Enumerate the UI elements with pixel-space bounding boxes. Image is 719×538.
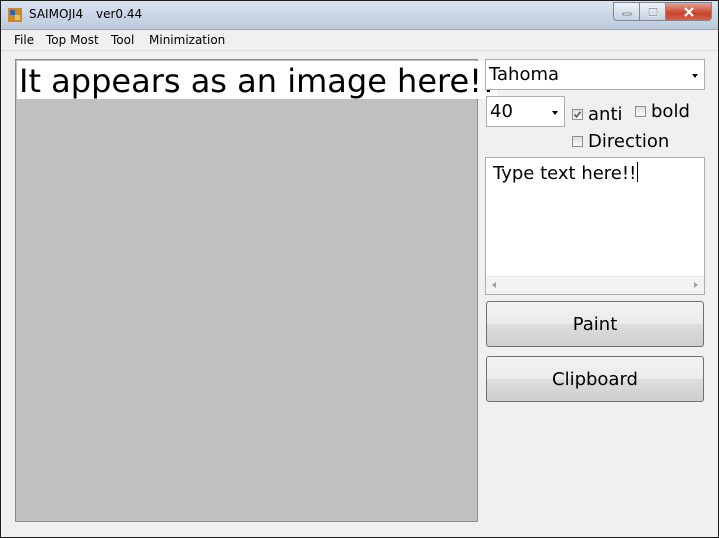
scroll-left-icon[interactable] bbox=[492, 282, 496, 288]
anti-checkbox[interactable]: anti bbox=[572, 104, 623, 125]
window-title: SAIMOJI4 bbox=[29, 7, 84, 21]
maximize-button[interactable] bbox=[640, 2, 666, 21]
minimize-button[interactable] bbox=[613, 2, 640, 21]
font-family-dropdown[interactable]: Tahoma bbox=[485, 59, 705, 90]
text-caret bbox=[637, 162, 639, 182]
app-icon bbox=[8, 8, 22, 22]
direction-checkbox[interactable]: Direction bbox=[572, 131, 669, 152]
text-input-value: Type text here!! bbox=[493, 162, 639, 184]
preview-canvas: It appears as an image here!! bbox=[15, 59, 497, 522]
checkbox-box[interactable] bbox=[635, 106, 646, 117]
direction-label: Direction bbox=[588, 131, 670, 152]
chevron-down-icon bbox=[552, 111, 558, 115]
preview-text: It appears as an image here!! bbox=[17, 61, 497, 100]
checkbox-box[interactable] bbox=[572, 136, 583, 147]
font-size-dropdown[interactable]: 40 bbox=[486, 96, 565, 127]
font-size-value: 40 bbox=[490, 101, 513, 122]
anti-label: anti bbox=[588, 104, 623, 125]
menu-file[interactable]: File bbox=[14, 33, 34, 47]
text-input[interactable]: Type text here!! bbox=[485, 157, 705, 295]
paint-button[interactable]: Paint bbox=[486, 301, 704, 347]
title-bar[interactable]: SAIMOJI4 ver0.44 bbox=[1, 1, 718, 30]
window-version: ver0.44 bbox=[96, 7, 143, 21]
clipboard-button[interactable]: Clipboard bbox=[486, 356, 704, 402]
bold-label: bold bbox=[651, 101, 690, 122]
maximize-icon bbox=[647, 7, 658, 16]
menu-tool[interactable]: Tool bbox=[111, 33, 134, 47]
caption-buttons bbox=[613, 2, 712, 21]
text-input-content: Type text here!! bbox=[493, 163, 637, 184]
checkmark-icon bbox=[573, 111, 582, 118]
close-icon bbox=[683, 6, 694, 17]
horizontal-scrollbar[interactable] bbox=[486, 276, 704, 294]
bold-checkbox[interactable]: bold bbox=[635, 101, 690, 122]
chevron-down-icon bbox=[692, 74, 698, 78]
scroll-right-icon[interactable] bbox=[694, 282, 698, 288]
checkbox-box[interactable] bbox=[572, 109, 583, 120]
font-family-value: Tahoma bbox=[489, 64, 560, 85]
close-button[interactable] bbox=[666, 2, 712, 21]
menu-top-most[interactable]: Top Most bbox=[46, 33, 99, 47]
app-window: SAIMOJI4 ver0.44 File Top Most Tool Mini… bbox=[0, 0, 719, 538]
menu-bar: File Top Most Tool Minimization bbox=[1, 30, 718, 51]
minimize-icon bbox=[622, 12, 631, 15]
menu-minimization[interactable]: Minimization bbox=[149, 33, 225, 47]
